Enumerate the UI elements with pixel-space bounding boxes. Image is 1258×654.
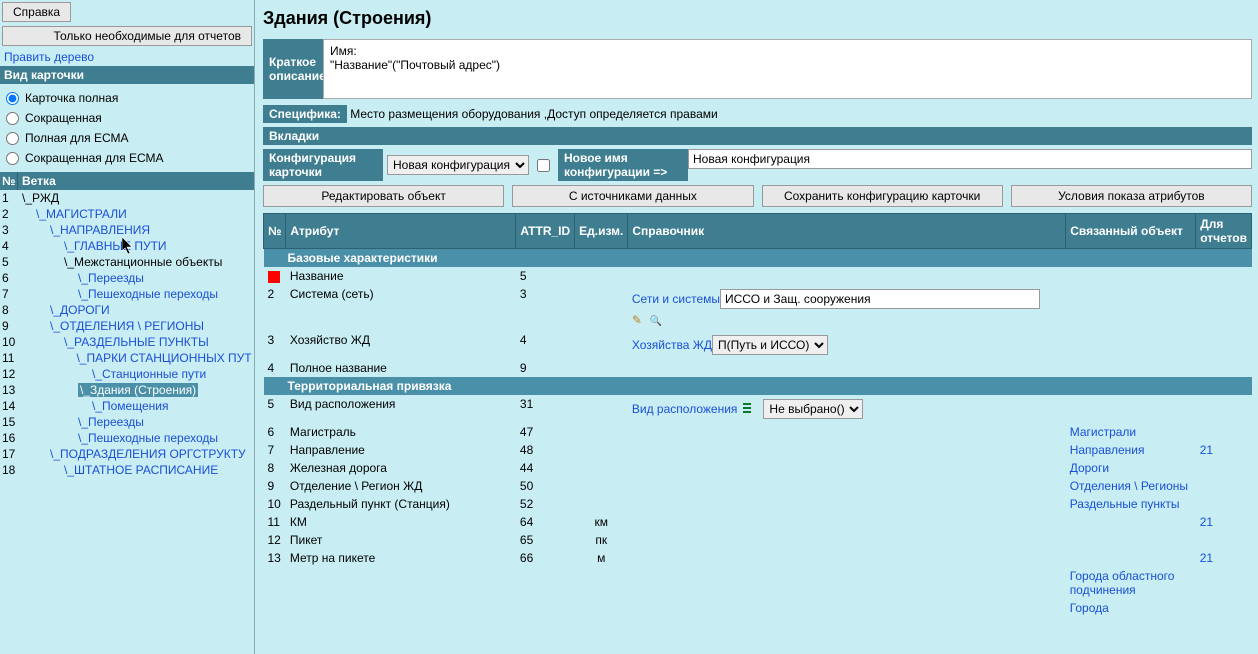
radio-full-card[interactable] (6, 92, 19, 105)
table-row: 10Раздельный пункт (Станция)52Раздельные… (264, 495, 1252, 513)
table-row: 6Магистраль47Магистрали (264, 423, 1252, 441)
related-object-link[interactable]: Отделения \ Регионы (1070, 479, 1188, 493)
help-button[interactable]: Справка (2, 2, 71, 22)
tree-row[interactable]: 9\_ОТДЕЛЕНИЯ \ РЕГИОНЫ (0, 318, 254, 334)
table-row: 2Система (сеть)3Сети и системы (264, 285, 1252, 331)
radio-short-esma[interactable] (6, 152, 19, 165)
table-row: Название5 (264, 267, 1252, 285)
related-object-link[interactable]: Дороги (1070, 461, 1109, 475)
tree-row[interactable]: 10\_РАЗДЕЛЬНЫЕ ПУНКТЫ (0, 334, 254, 350)
config-label: Конфигурация карточки (263, 149, 383, 181)
ref-link[interactable]: Хозяйства ЖД (632, 338, 712, 352)
card-view-header: Вид карточки (0, 66, 254, 84)
edit-tree-link[interactable]: Править дерево (4, 50, 94, 64)
table-row: 13Метр на пикете66м21 (264, 549, 1252, 567)
tree-row[interactable]: 11\_ПАРКИ СТАНЦИОННЫХ ПУТ (0, 350, 254, 366)
ref-link[interactable]: Сети и системы (632, 292, 720, 306)
table-row: 7Направление48Направления21 (264, 441, 1252, 459)
ref-link[interactable]: Вид расположения (632, 402, 738, 416)
table-row: Города (264, 599, 1252, 617)
related-object-link[interactable]: Магистрали (1070, 425, 1136, 439)
ref-select[interactable]: П(Путь и ИССО) (712, 335, 828, 355)
ref-select[interactable]: Не выбрано() (763, 399, 863, 419)
table-row: 8Железная дорога44Дороги (264, 459, 1252, 477)
tree-row[interactable]: 1\_РЖД (0, 190, 254, 206)
table-row: 3Хозяйство ЖД4Хозяйства ЖДП(Путь и ИССО) (264, 331, 1252, 359)
show-conditions-button[interactable]: Условия показа атрибутов (1011, 185, 1252, 207)
edit-object-button[interactable]: Редактировать объект (263, 185, 504, 207)
page-title: Здания (Строения) (263, 8, 1252, 29)
brief-label: Краткое описание (263, 39, 323, 99)
search-icon[interactable] (650, 313, 664, 327)
save-config-button[interactable]: Сохранить конфигурацию карточки (762, 185, 1003, 207)
tree-row[interactable]: 5\_Межстанционные объекты (0, 254, 254, 270)
report-link[interactable]: 21 (1200, 443, 1213, 457)
report-link[interactable]: 21 (1200, 551, 1213, 565)
related-object-link[interactable]: Города областного подчинения (1070, 569, 1175, 597)
report-link[interactable]: 21 (1200, 515, 1213, 529)
newname-label: Новое имя конфигурации => (558, 149, 688, 181)
tree-row[interactable]: 17\_ПОДРАЗДЕЛЕНИЯ ОРГСТРУКТУ (0, 446, 254, 462)
tree-row[interactable]: 15\_Переезды (0, 414, 254, 430)
radio-full-esma[interactable] (6, 132, 19, 145)
only-needed-button[interactable]: Только необходимые для отчетов (2, 26, 252, 46)
related-object-link[interactable]: Раздельные пункты (1070, 497, 1180, 511)
card-view-radios: Карточка полная Сокращенная Полная для Е… (0, 84, 254, 172)
required-marker (268, 271, 280, 283)
tree-row[interactable]: 12\_Станционные пути (0, 366, 254, 382)
table-row: 4Полное название9 (264, 359, 1252, 377)
related-object-link[interactable]: Города (1070, 601, 1109, 615)
related-object-link[interactable]: Направления (1070, 443, 1145, 457)
edit-icon[interactable] (632, 313, 646, 327)
tree-row[interactable]: 7\_Пешеходные переходы (0, 286, 254, 302)
brief-body: Имя: "Название"("Почтовый адрес") (323, 39, 1252, 99)
newname-input[interactable] (688, 149, 1252, 169)
tree-row[interactable]: 13\_Здания (Строения) (0, 382, 254, 398)
tree-icon[interactable] (743, 401, 757, 413)
sources-button[interactable]: С источниками данных (512, 185, 753, 207)
tree-row[interactable]: 18\_ШТАТНОЕ РАСПИСАНИЕ (0, 462, 254, 478)
table-row: 12Пикет65пк (264, 531, 1252, 549)
radio-short-card[interactable] (6, 112, 19, 125)
tree-row[interactable]: 6\_Переезды (0, 270, 254, 286)
config-checkbox[interactable] (537, 159, 550, 172)
tree-row[interactable]: 4\_ГЛАВНЫЕ ПУТИ (0, 238, 254, 254)
tree-row[interactable]: 2\_МАГИСТРАЛИ (0, 206, 254, 222)
config-select[interactable]: Новая конфигурация (387, 155, 529, 175)
attr-table: № Атрибут ATTR_ID Ед.изм. Справочник Свя… (263, 213, 1252, 617)
spec-text: Место размещения оборудования ,Доступ оп… (350, 107, 717, 121)
tree-row[interactable]: 16\_Пешеходные переходы (0, 430, 254, 446)
table-row: 9Отделение \ Регион ЖД50Отделения \ Реги… (264, 477, 1252, 495)
table-row: 5Вид расположения31Вид расположенияНе вы… (264, 395, 1252, 423)
tabs-bar: Вкладки (263, 127, 1252, 145)
ref-input[interactable] (720, 289, 1040, 309)
tree: 1\_РЖД2\_МАГИСТРАЛИ3\_НАПРАВЛЕНИЯ4\_ГЛАВ… (0, 190, 254, 478)
spec-label: Специфика: (263, 105, 347, 123)
tree-row[interactable]: 3\_НАПРАВЛЕНИЯ (0, 222, 254, 238)
table-row: 11КМ64км21 (264, 513, 1252, 531)
tree-row[interactable]: 14\_Помещения (0, 398, 254, 414)
tree-header: № Ветка (0, 172, 254, 190)
tree-row[interactable]: 8\_ДОРОГИ (0, 302, 254, 318)
table-row: Города областного подчинения (264, 567, 1252, 599)
